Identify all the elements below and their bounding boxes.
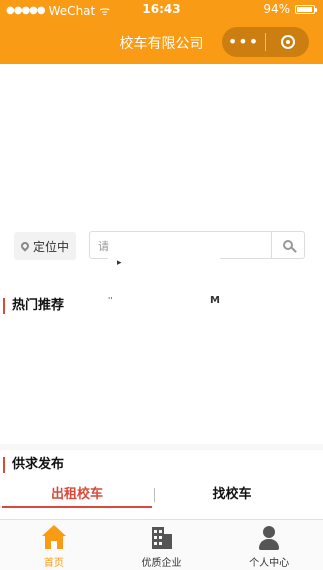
- status-bar: ●●●●● WeChat ᯤ 16:43 94%: [0, 0, 323, 20]
- building-icon: [150, 525, 174, 551]
- supply-section-title: 供求发布: [3, 457, 64, 473]
- supply-tabs: 出租校车 找校车: [0, 482, 323, 508]
- location-pin-icon: [19, 240, 31, 252]
- overlay-mark: ▸: [117, 258, 122, 268]
- search-icon: [283, 240, 293, 250]
- overlay-mark: '': [108, 296, 113, 305]
- person-icon: [257, 525, 281, 551]
- tabbar-item-companies[interactable]: 优质企业: [108, 520, 216, 570]
- hot-recommend-list: [0, 320, 323, 444]
- tabbar-item-home[interactable]: 首页: [0, 520, 108, 570]
- tabbar-label: 优质企业: [141, 558, 182, 569]
- home-icon: [41, 525, 67, 551]
- tabbar-label: 首页: [43, 558, 64, 569]
- more-button[interactable]: •••: [222, 27, 265, 57]
- miniprogram-capsule: •••: [222, 27, 309, 57]
- tab-divider: [154, 488, 155, 502]
- target-icon: [280, 35, 295, 49]
- tabbar-label: 个人中心: [249, 558, 290, 569]
- close-button[interactable]: [266, 35, 309, 49]
- status-right: 94%: [263, 2, 317, 16]
- tab-find-bus[interactable]: 找校车: [157, 482, 307, 508]
- loading-overlay: [108, 250, 220, 304]
- overlay-mark: M: [210, 295, 220, 306]
- battery-percent: 94%: [263, 2, 290, 16]
- section-divider: [0, 444, 323, 450]
- search-button[interactable]: [271, 232, 304, 258]
- app-header: ●●●●● WeChat ᯤ 16:43 94% 校车有限公司 •••: [0, 0, 323, 64]
- hot-section-title: 热门推荐: [3, 298, 64, 314]
- bottom-tabbar: 首页 优质企业 个人中心: [0, 519, 323, 570]
- tab-rent-bus[interactable]: 出租校车: [2, 482, 152, 508]
- location-button[interactable]: 定位中: [14, 232, 76, 260]
- location-label: 定位中: [32, 239, 69, 254]
- battery-icon: [295, 4, 317, 14]
- tabbar-item-profile[interactable]: 个人中心: [215, 520, 323, 570]
